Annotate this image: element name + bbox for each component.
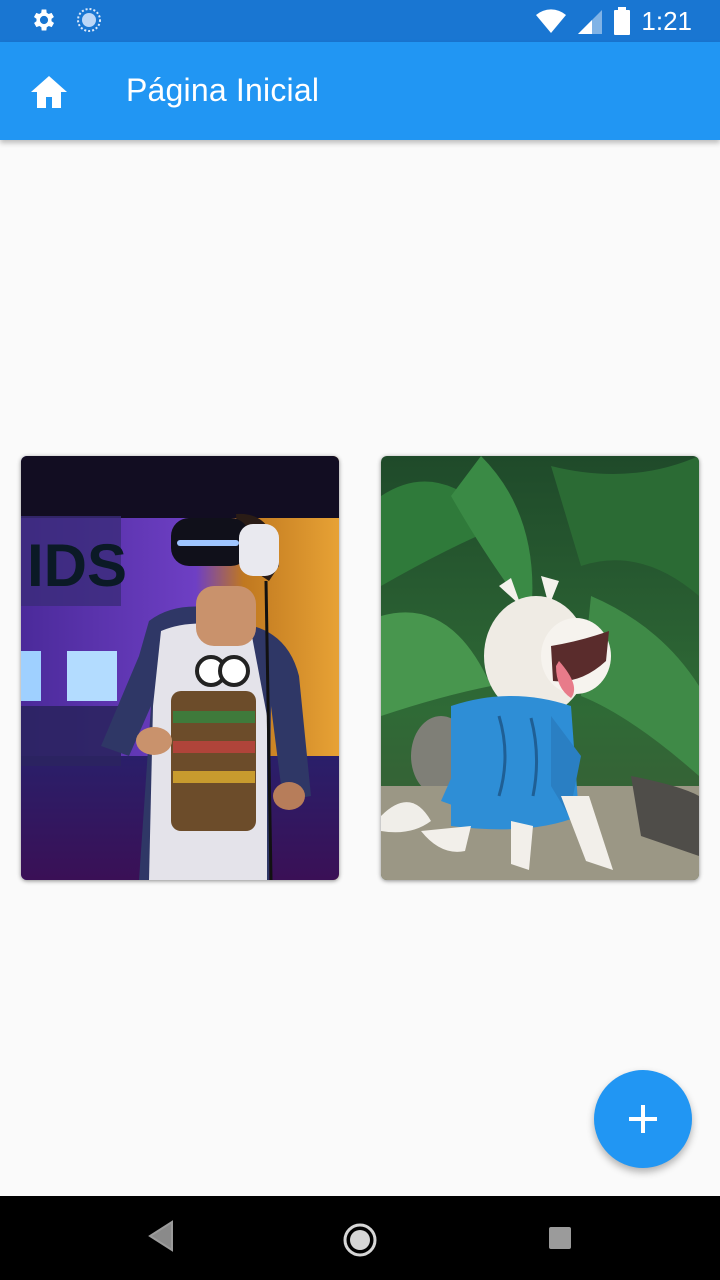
battery-icon (614, 7, 631, 35)
settings-icon (33, 9, 55, 31)
system-nav-bar (0, 1196, 720, 1280)
app-bar: Página Inicial (0, 42, 720, 140)
gallery-card-dog[interactable] (381, 456, 699, 880)
home-icon[interactable] (30, 75, 68, 109)
status-time: 1:21 (641, 6, 692, 36)
page-title: Página Inicial (126, 72, 320, 108)
signal-icon (578, 10, 603, 34)
photo-vr-headset: IDS (21, 456, 339, 880)
plus-icon (629, 1105, 657, 1133)
recents-icon[interactable] (548, 1226, 572, 1250)
photo-dog (381, 456, 699, 880)
back-icon[interactable] (148, 1220, 174, 1252)
sync-icon (77, 8, 101, 32)
status-bar: 1:21 (0, 0, 720, 42)
home-circle-icon[interactable] (342, 1222, 378, 1258)
add-fab[interactable] (594, 1070, 692, 1168)
gallery-card-vr[interactable]: IDS (21, 456, 339, 880)
svg-text:IDS: IDS (27, 532, 127, 599)
wifi-icon (536, 9, 567, 33)
